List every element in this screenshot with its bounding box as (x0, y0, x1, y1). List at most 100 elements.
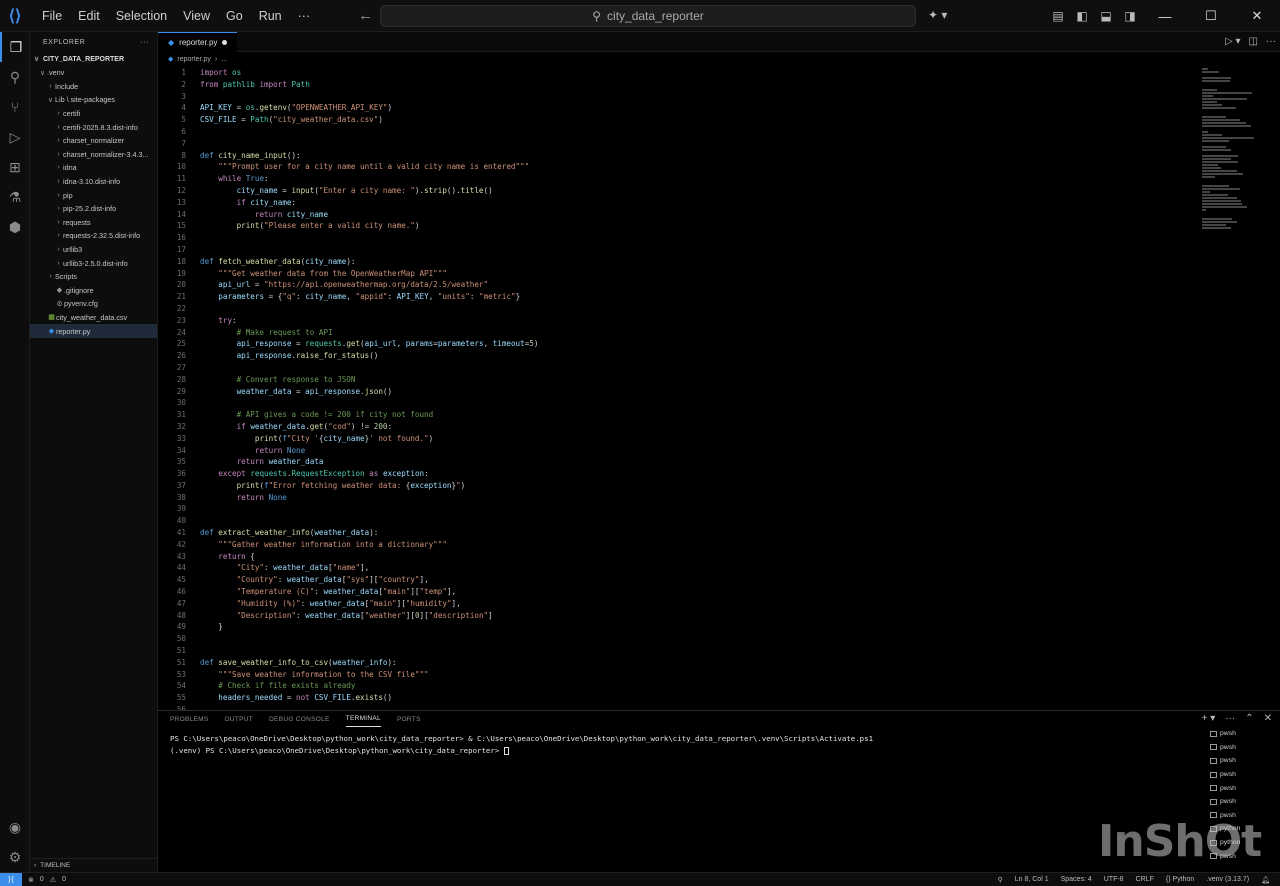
customize-layout-icon[interactable]: ▤ (1046, 9, 1070, 23)
terminal-instance[interactable]: pwsh (1210, 795, 1254, 809)
breadcrumb-symbol[interactable]: ... (221, 56, 227, 63)
tree-item[interactable]: › Include (30, 80, 157, 94)
minimap-line (1202, 107, 1236, 109)
run-debug-icon[interactable]: ▷ (0, 122, 30, 152)
tree-item[interactable]: › requests (30, 216, 157, 230)
terminal-instance-label: pwsh (1220, 757, 1236, 765)
python-interpreter[interactable]: .venv (3.13.7) (1206, 876, 1249, 883)
toggle-panel-icon[interactable]: ⬓ (1094, 9, 1118, 23)
code-text: return None (254, 445, 306, 455)
more-actions-icon[interactable]: ··· (1225, 713, 1235, 724)
unsaved-dot-icon[interactable] (222, 39, 228, 45)
menu-edit[interactable]: Edit (70, 0, 108, 32)
command-center-search[interactable]: ⚲ city_data_reporter (380, 5, 916, 27)
tree-item[interactable]: › charset_normalizer-3.4.3... (30, 148, 157, 162)
line-number: 29 (176, 386, 186, 396)
minimap-line (1202, 80, 1230, 82)
split-editor-icon[interactable]: ◫ (1249, 36, 1258, 47)
line-number: 13 (176, 197, 186, 207)
editor-actions: ▷ ▾ ◫ ··· (1225, 36, 1276, 47)
minimap-line (1202, 137, 1254, 139)
panel-tab-problems[interactable]: PROBLEMS (170, 711, 209, 727)
menu-selection[interactable]: Selection (108, 0, 175, 32)
terminal-instance[interactable]: pwsh (1210, 727, 1254, 741)
terminal-instance[interactable]: pwsh (1210, 741, 1254, 755)
python-icon[interactable]: ⬢ (0, 212, 30, 242)
panel-tab-terminal[interactable]: TERMINAL (345, 711, 381, 727)
menu-more[interactable]: ··· (290, 0, 319, 32)
terminal-output[interactable]: PS C:\Users\peaco\OneDrive\Desktop\pytho… (170, 733, 873, 756)
tree-item[interactable]: › urllib3 (30, 243, 157, 257)
back-arrow-icon[interactable]: ← (358, 7, 373, 24)
tree-item[interactable]: › pip (30, 188, 157, 202)
code-editor[interactable]: 1 import os 2 from pathlib import Path 3 4 API… (158, 67, 1198, 710)
tree-item[interactable]: › charset_normalizer (30, 134, 157, 148)
source-control-icon[interactable]: ⑂ (0, 92, 30, 122)
indentation[interactable]: Spaces: 4 (1061, 876, 1092, 883)
maximize-button[interactable]: ☐ (1188, 8, 1234, 24)
settings-gear-icon[interactable]: ⚙ (0, 842, 30, 872)
cursor-position[interactable]: Ln 8, Col 1 (1015, 876, 1049, 883)
terminal-line: PS C:\Users\peaco\OneDrive\Desktop\pytho… (170, 734, 874, 743)
tree-item[interactable]: › requests-2.32.5.dist-info (30, 229, 157, 243)
close-button[interactable]: ✕ (1234, 8, 1280, 24)
account-icon[interactable]: ◉ (0, 812, 30, 842)
project-folder[interactable]: ∨ CITY_DATA_REPORTER (30, 52, 157, 66)
maximize-panel-icon[interactable]: ⌃ (1245, 713, 1253, 724)
tree-item-label: pyvenv.cfg (64, 299, 98, 309)
menu-run[interactable]: Run (251, 0, 290, 32)
code-line: 2 from pathlib import Path (158, 79, 1198, 91)
minimap-line (1202, 71, 1219, 73)
tree-item[interactable]: ▦ city_weather_data.csv (30, 311, 157, 325)
encoding[interactable]: UTF-8 (1104, 876, 1124, 883)
run-file-icon[interactable]: ▷ ▾ (1225, 36, 1241, 47)
search-view-icon[interactable]: ⚲ (0, 62, 30, 92)
tree-item[interactable]: › idna-3.10.dist-info (30, 175, 157, 189)
explorer-icon[interactable]: ❐ (0, 32, 30, 62)
copilot-icon[interactable]: ✦ ▾ (928, 8, 947, 22)
status-problems[interactable]: ⊗ 0 ⚠ 0 (28, 876, 66, 884)
menu-file[interactable]: File (34, 0, 70, 32)
menu-go[interactable]: Go (218, 0, 251, 32)
minimap-line (1202, 155, 1238, 157)
toggle-sidebar-icon[interactable]: ◧ (1070, 9, 1094, 23)
remote-indicator-icon[interactable]: ⟩⟨ (0, 872, 22, 886)
panel-tab-output[interactable]: OUTPUT (225, 711, 254, 727)
menu-view[interactable]: View (175, 0, 218, 32)
zoom-icon[interactable]: ⚲ (998, 876, 1003, 884)
tree-item[interactable]: › certifi-2025.8.3.dist-info (30, 120, 157, 134)
tree-item[interactable]: › urllib3-2.5.0.dist-info (30, 256, 157, 270)
minimize-button[interactable]: — (1142, 9, 1188, 24)
tree-item[interactable]: ⚙ pyvenv.cfg (30, 297, 157, 311)
breadcrumb-file[interactable]: reporter.py (177, 56, 210, 63)
terminal-instance[interactable]: pwsh (1210, 768, 1254, 782)
code-text: print(f"City '{city_name}' not found.") (254, 433, 434, 443)
tree-item[interactable]: ∨ Lib \ site-packages (30, 93, 157, 107)
code-line: 51 def save_weather_info_to_csv(weather_i… (158, 657, 1198, 669)
toggle-secondary-sidebar-icon[interactable]: ◨ (1118, 9, 1142, 23)
language-mode[interactable]: {} Python (1166, 876, 1194, 883)
minimap[interactable] (1202, 67, 1268, 229)
timeline-section[interactable]: › TIMELINE (30, 858, 157, 872)
more-actions-icon[interactable]: ··· (141, 39, 150, 46)
tree-item-label: .venv (47, 68, 65, 78)
tree-item[interactable]: ◆ reporter.py (30, 324, 157, 338)
panel-tab-ports[interactable]: PORTS (397, 711, 421, 727)
tree-item[interactable]: ◆ .gitignore (30, 284, 157, 298)
terminal-instance[interactable]: pwsh (1210, 754, 1254, 768)
tree-item[interactable]: › certifi (30, 107, 157, 121)
notifications-bell-icon[interactable]: 🔔︎ (1261, 876, 1270, 884)
new-terminal-icon[interactable]: + ▾ (1202, 713, 1216, 724)
panel-tab-debug-console[interactable]: DEBUG CONSOLE (269, 711, 330, 727)
more-actions-icon[interactable]: ··· (1266, 36, 1276, 47)
tree-item[interactable]: ∨ .venv (30, 66, 157, 80)
testing-icon[interactable]: ⚗ (0, 182, 30, 212)
tab-reporter-py[interactable]: ◆ reporter.py (158, 31, 238, 52)
terminal-instance[interactable]: pwsh (1210, 781, 1254, 795)
extensions-icon[interactable]: ⊞ (0, 152, 30, 182)
tree-item[interactable]: › idna (30, 161, 157, 175)
close-panel-icon[interactable]: ✕ (1264, 713, 1272, 724)
tree-item[interactable]: › pip-25.2.dist-info (30, 202, 157, 216)
tree-item[interactable]: › Scripts (30, 270, 157, 284)
line-ending[interactable]: CRLF (1136, 876, 1154, 883)
